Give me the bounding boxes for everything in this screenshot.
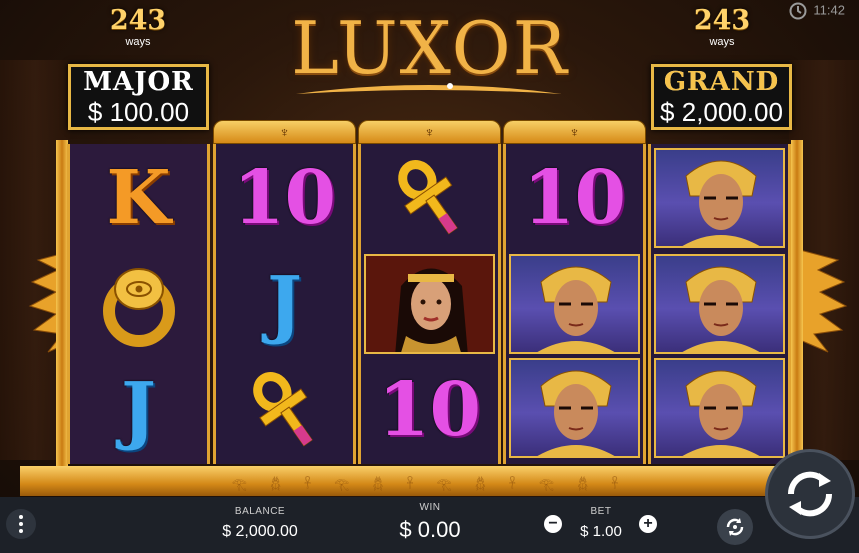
reel-2: 10 J	[213, 144, 356, 464]
jackpot-grand-value: $ 2,000.00	[660, 97, 783, 127]
ways-left: 243 ways	[98, 5, 178, 49]
bet-increase-button[interactable]: +	[639, 515, 657, 533]
jackpot-major-name: MAJOR	[71, 67, 206, 97]
reel-cap-4: ♆	[503, 120, 646, 144]
clock-icon	[789, 2, 807, 20]
symbol-ten: 10	[506, 146, 643, 250]
menu-button[interactable]	[6, 509, 36, 539]
hieroglyph-frieze-icon: 𓂀 𓆣 𓋹 𓂀 𓆣 𓋹 𓂀 𓆣 𓋹 𓂀 𓆣 𓋹	[231, 477, 629, 491]
win-value: $ 0.00	[399, 517, 461, 542]
symbol-pharaoh	[509, 358, 640, 458]
reel-frame-right	[791, 140, 803, 466]
balance-display: BALANCE $ 2,000.00	[210, 506, 310, 541]
clock: 11:42	[789, 2, 845, 22]
ways-right: 243 ways	[682, 5, 762, 49]
gold-ring-icon	[102, 268, 175, 347]
symbol-ten-number: 10	[523, 155, 626, 241]
spin-button[interactable]	[765, 449, 855, 539]
autoplay-button[interactable]	[717, 509, 753, 545]
win-label: WIN	[419, 502, 441, 513]
reel-cap-3: ♆	[358, 120, 501, 144]
reel-cap-2: ♆	[213, 120, 356, 144]
pharaoh-portrait-icon	[682, 370, 760, 456]
symbol-ten-number: 10	[233, 155, 336, 241]
queen-portrait-icon	[366, 256, 493, 352]
ankh-icon	[397, 160, 458, 235]
scarab-icon: ♆	[424, 124, 435, 140]
symbol-ten: 10	[361, 358, 498, 462]
autoplay-icon	[726, 518, 744, 536]
symbol-ten-number: 10	[378, 367, 481, 453]
symbol-k: K	[70, 146, 207, 250]
clock-time: 11:42	[813, 2, 845, 18]
balance-label: BALANCE	[234, 506, 286, 517]
symbol-j-letter: J	[266, 261, 302, 347]
reel-5	[648, 144, 791, 464]
reel-3: 10	[358, 144, 501, 464]
reel-4: 10	[503, 144, 646, 464]
symbol-j: J	[70, 358, 207, 462]
symbol-pharaoh	[654, 148, 785, 248]
symbol-ten: 10	[216, 146, 353, 250]
ways-right-count: 243	[693, 5, 751, 36]
symbol-queen	[364, 254, 495, 354]
pharaoh-portrait-icon	[537, 370, 615, 456]
scarab-icon: ♆	[279, 124, 290, 140]
bet-value: $ 1.00	[580, 523, 622, 540]
scarab-icon: ♆	[569, 124, 580, 140]
reel-1: K J	[67, 144, 210, 464]
jackpot-major: MAJOR $ 100.00	[68, 64, 209, 130]
right-wing-icon	[799, 249, 848, 353]
pharaoh-portrait-icon	[682, 266, 760, 352]
symbol-ring	[70, 252, 207, 356]
ways-left-count: 243	[109, 5, 167, 36]
ankh-icon	[252, 372, 313, 447]
symbol-j: J	[216, 252, 353, 356]
game-logo: LUXOR	[280, 4, 580, 104]
jackpot-grand: GRAND $ 2,000.00	[651, 64, 792, 130]
more-dots-icon	[19, 514, 23, 535]
pharaoh-portrait-icon	[537, 266, 615, 352]
bet-label: BET	[590, 506, 612, 517]
symbol-ankh	[361, 146, 498, 250]
symbol-j-letter: J	[120, 367, 156, 453]
balance-value: $ 2,000.00	[222, 523, 298, 540]
bet-display: BET $ 1.00	[566, 506, 636, 540]
symbol-k-letter: K	[106, 155, 171, 241]
logo-text: LUXOR	[291, 6, 569, 90]
win-display: WIN $ 0.00	[380, 502, 480, 543]
symbol-pharaoh	[509, 254, 640, 354]
ways-right-label: ways	[709, 36, 735, 48]
reel-base-frieze: 𓂀 𓆣 𓋹 𓂀 𓆣 𓋹 𓂀 𓆣 𓋹 𓂀 𓆣 𓋹	[20, 466, 840, 496]
pharaoh-portrait-icon	[682, 160, 760, 246]
jackpot-major-value: $ 100.00	[87, 97, 190, 127]
symbol-pharaoh	[654, 254, 785, 354]
logo-swoosh-icon	[296, 83, 562, 94]
jackpot-grand-name: GRAND	[654, 67, 789, 97]
symbol-ankh	[216, 358, 353, 462]
spin-arrows-icon	[787, 471, 833, 517]
symbol-pharaoh	[654, 358, 785, 458]
ways-left-label: ways	[125, 36, 151, 48]
bet-decrease-button[interactable]: −	[544, 515, 562, 533]
